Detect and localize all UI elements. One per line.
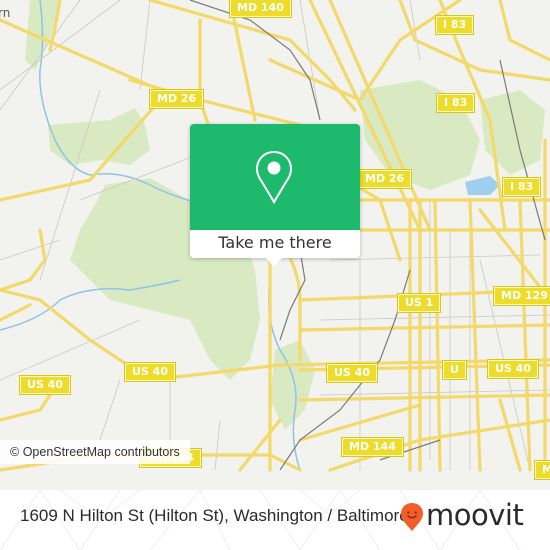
road-shield-md-129: MD 129 <box>493 286 550 306</box>
moovit-wordmark: moovit <box>426 498 524 532</box>
road-shield-us-40: US 40 <box>326 363 378 383</box>
popup-header <box>190 124 360 230</box>
lake <box>465 176 500 195</box>
road-shield-i-83: I 83 <box>434 15 475 35</box>
stop-address: 1609 N Hilton St (Hilton St), Washington… <box>20 506 409 525</box>
road-shield-us-1: US 1 <box>396 293 442 313</box>
road-shield-md-26: MD 26 <box>148 89 205 109</box>
popup-pointer <box>266 258 282 267</box>
road-shield-i-83: I 83 <box>501 177 542 197</box>
park-area <box>480 90 545 175</box>
road-shield-i-83: I 83 <box>435 93 476 113</box>
road-shield-md-140: MD 140 <box>229 0 292 18</box>
road-shield-us-40: US 40 <box>487 359 539 379</box>
road-shield-md-144: MD 144 <box>341 437 404 457</box>
road-shield-md-26: MD 26 <box>356 169 413 189</box>
map-canvas[interactable]: rn MD 140 I 83 MD 26 I 83 MD 26 I 83 MD … <box>0 0 550 490</box>
map-pin-icon <box>255 150 293 204</box>
copyright-symbol: © <box>10 445 20 459</box>
park-area <box>270 340 315 430</box>
road-shield-us-40: US 40 <box>124 362 176 382</box>
footer: 1609 N Hilton St (Hilton St), Washington… <box>0 490 550 550</box>
park-area <box>48 108 150 165</box>
openstreetmap-link[interactable]: OpenStreetMap <box>23 445 111 459</box>
road-shield-us-40: US 40 <box>19 375 71 395</box>
attribution-suffix: contributors <box>114 445 180 459</box>
moovit-logo[interactable]: moovit <box>400 498 548 538</box>
location-popup: Take me there <box>190 124 360 267</box>
road-shield-md-partial: M <box>534 460 550 480</box>
take-me-there-button[interactable]: Take me there <box>190 230 360 258</box>
moovit-pin-logo-icon <box>401 503 423 531</box>
map-attribution: © OpenStreetMap contributors <box>0 440 190 464</box>
road-shield-us-partial: U <box>442 360 467 380</box>
map-place-label: rn <box>0 6 11 20</box>
